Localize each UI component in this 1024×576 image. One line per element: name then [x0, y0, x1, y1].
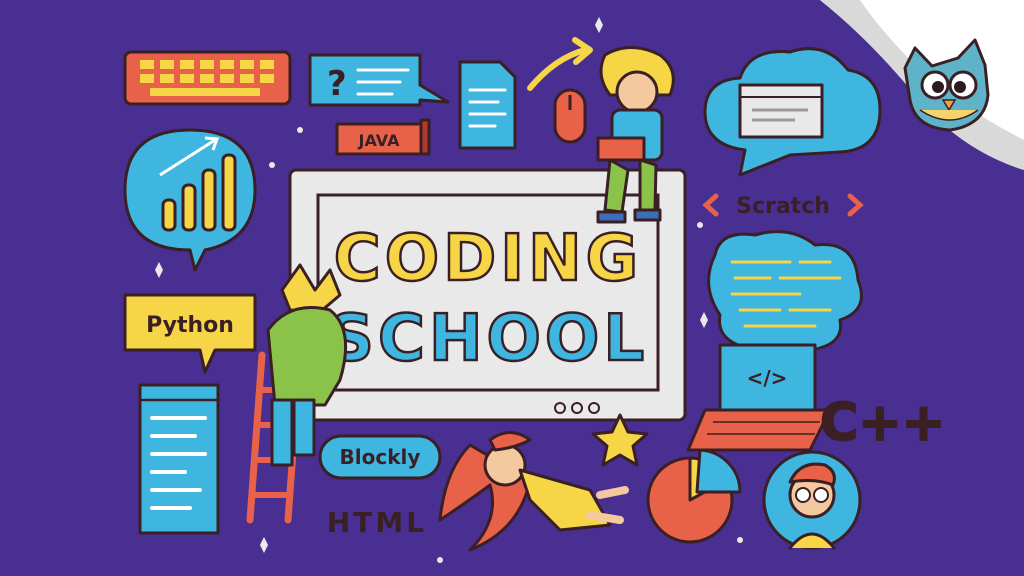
star-icon: [591, 413, 649, 467]
boy-on-ladder: [246, 263, 348, 524]
html-label-text: HTML: [327, 506, 427, 539]
code-tag-text: </>: [747, 366, 788, 390]
title-school: SCHOOL: [328, 302, 648, 376]
java-label-text: JAVA: [358, 131, 401, 150]
question-mark-text: ?: [327, 64, 347, 104]
python-label: Python: [123, 293, 257, 374]
python-label-text: Python: [146, 313, 234, 338]
blockly-label: Blockly: [318, 434, 442, 480]
cloud-browser-icon: [703, 47, 882, 177]
growth-chart-bubble: [123, 128, 257, 272]
title-coding: CODING: [334, 222, 642, 296]
laptop-icon: </>: [686, 343, 832, 452]
question-bubble: ?: [308, 53, 450, 107]
code-panel: [138, 383, 220, 535]
blockly-label-text: Blockly: [340, 445, 421, 469]
avatar-boy-icon: [762, 450, 862, 550]
pie-chart-icon: [646, 448, 742, 544]
java-label: JAVA: [335, 118, 431, 156]
main-screen: CODING SCHOOL: [288, 168, 687, 422]
arrow-icon: [527, 37, 593, 91]
mouse-icon: [553, 88, 587, 144]
scratch-label: Scratch: [702, 193, 864, 219]
scratch-label-text: Scratch: [736, 194, 830, 219]
illustration-canvas: ? JAVA Scratch Python CODING SCHOOL Bloc…: [123, 0, 1024, 563]
document-icon: [458, 60, 517, 150]
code-cloud: [707, 230, 863, 352]
keyboard-icon: [123, 50, 292, 106]
coding-school-illustration: ? JAVA Scratch Python CODING SCHOOL Bloc…: [0, 0, 1024, 576]
girl-flying: [438, 431, 629, 552]
cpp-label-text: C++: [820, 393, 945, 453]
